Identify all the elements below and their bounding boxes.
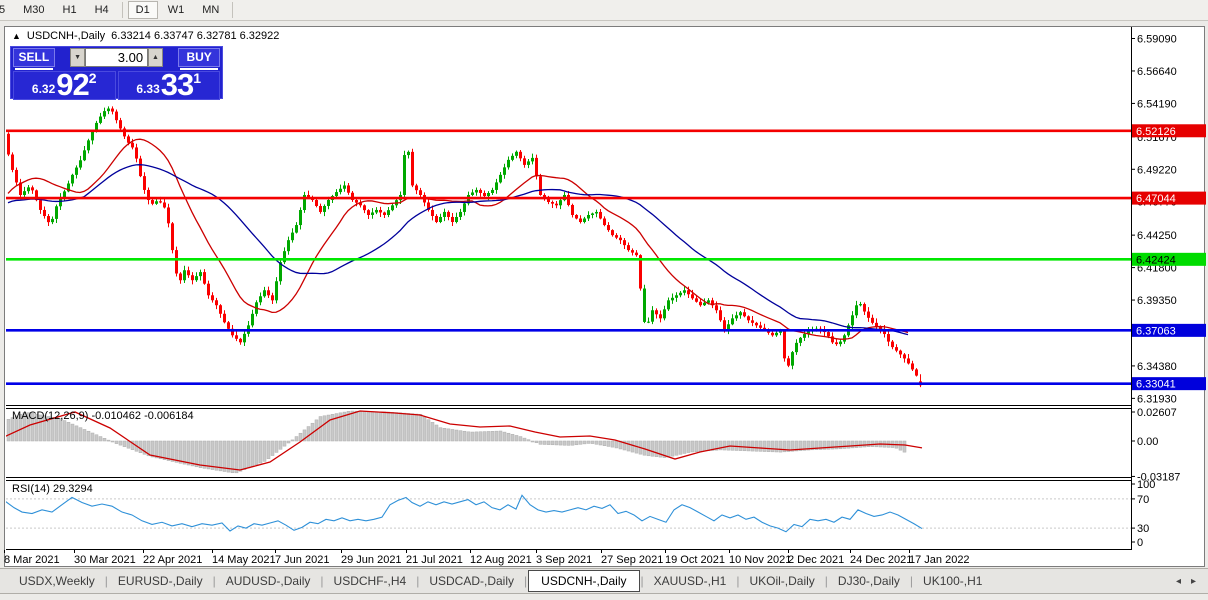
- price-badge-6.42424: 6.42424: [1132, 252, 1206, 266]
- tab-xauusd-h1[interactable]: XAUUSD-,H1: [645, 571, 736, 591]
- sell-button[interactable]: SELL: [13, 48, 55, 70]
- rsi-line: [6, 494, 923, 533]
- date-label: 19 Oct 2021: [665, 554, 725, 566]
- buy-price-pip: 1: [193, 70, 202, 86]
- date-label: 3 Sep 2021: [536, 554, 592, 566]
- one-click-trade-panel: SELL ▼ 3.00 ▲ BUY 6.32 92 2 6.33 33 1: [10, 46, 223, 102]
- volume-increase-button[interactable]: ▲: [148, 48, 163, 67]
- chart-title: ▲ USDCNH-,Daily 6.33214 6.33747 6.32781 …: [12, 29, 279, 43]
- buy-price-big: 33: [160, 67, 194, 102]
- macd-label: MACD(12,26,9) -0.010462 -0.006184: [12, 410, 194, 422]
- price-tick-label: 6.31930: [1137, 393, 1177, 405]
- tab-usdcnh-daily[interactable]: USDCNH-,Daily: [528, 570, 640, 592]
- macd-tick-label: 0.02607: [1137, 407, 1177, 419]
- price-badge-6.52126: 6.52126: [1132, 124, 1206, 138]
- tab-ukoil-daily[interactable]: UKOil-,Daily: [740, 571, 823, 591]
- rsi-tick-label: 100: [1137, 479, 1155, 491]
- tab-usdchf-h4[interactable]: USDCHF-,H4: [325, 571, 416, 591]
- svg-text:6.33041: 6.33041: [1136, 379, 1176, 391]
- collapse-icon[interactable]: ▲: [12, 31, 21, 41]
- volume-decrease-button[interactable]: ▼: [70, 48, 85, 67]
- tab-uk100-h1[interactable]: UK100-,H1: [914, 571, 991, 591]
- buy-price-display[interactable]: 6.33 33 1: [117, 67, 220, 102]
- date-label: 7 Jun 2021: [275, 554, 329, 566]
- tab-dj30-daily[interactable]: DJ30-,Daily: [829, 571, 909, 591]
- date-label: 21 Jul 2021: [406, 554, 463, 566]
- tab-scroll-right-icon[interactable]: ▸: [1191, 576, 1196, 587]
- trade-panel-spacer: [55, 48, 71, 67]
- price-tick-label: 6.39350: [1137, 295, 1177, 307]
- price-tick-label: 6.59090: [1137, 34, 1177, 46]
- macd-values: -0.010462 -0.006184: [91, 410, 194, 422]
- price-badge-6.37063: 6.37063: [1132, 323, 1206, 337]
- sell-price-display[interactable]: 6.32 92 2: [13, 67, 116, 102]
- ma-fast-line: [7, 138, 909, 340]
- buy-price-prefix: 6.33: [136, 82, 160, 96]
- price-tick-label: 6.34380: [1137, 361, 1177, 373]
- sell-price-big: 92: [56, 67, 89, 102]
- date-label: 24 Dec 2021: [850, 554, 912, 566]
- price-badge-6.47044: 6.47044: [1132, 191, 1206, 205]
- date-label: 22 Apr 2021: [143, 554, 202, 566]
- volume-input[interactable]: 3.00: [84, 48, 149, 67]
- rsi-value: 29.3294: [52, 483, 93, 495]
- svg-text:6.37063: 6.37063: [1136, 325, 1176, 337]
- price-tick-label: 6.49220: [1137, 164, 1177, 176]
- date-label: 8 Mar 2021: [4, 554, 60, 566]
- rsi-tick-label: 70: [1137, 494, 1149, 506]
- svg-text:6.52126: 6.52126: [1136, 126, 1176, 138]
- price-axis[interactable]: 6.590906.566406.541906.516706.492206.467…: [1131, 34, 1180, 550]
- price-badge-6.33041: 6.33041: [1132, 377, 1206, 391]
- trade-panel-spacer: [163, 48, 179, 67]
- buy-button[interactable]: BUY: [178, 48, 220, 70]
- status-bar: [0, 593, 1208, 600]
- tab-eurusd-daily[interactable]: EURUSD-,Daily: [109, 571, 212, 591]
- tab-usdx-weekly[interactable]: USDX,Weekly: [10, 571, 104, 591]
- price-tick-label: 6.44250: [1137, 230, 1177, 242]
- ma-slow-line: [7, 164, 909, 336]
- chart-symbol-label: USDCNH-,Daily: [26, 30, 106, 42]
- svg-text:6.42424: 6.42424: [1136, 254, 1176, 266]
- date-label: 17 Jan 2022: [909, 554, 970, 566]
- rsi-level-lines: [6, 498, 1131, 529]
- price-tick-label: 6.56640: [1137, 66, 1177, 78]
- date-label: 29 Jun 2021: [341, 554, 402, 566]
- date-label: 30 Mar 2021: [74, 554, 136, 566]
- macd-tick-label: 0.00: [1137, 436, 1158, 448]
- rsi-tick-label: 0: [1137, 537, 1143, 549]
- rsi-tick-label: 30: [1137, 523, 1149, 535]
- chart-tab-bar: USDX,Weekly | EURUSD-,Daily | AUDUSD-,Daily |…: [0, 568, 1208, 593]
- tab-audusd-daily[interactable]: AUDUSD-,Daily: [217, 571, 320, 591]
- sell-price-pip: 2: [88, 70, 97, 86]
- date-label: 10 Nov 2021: [729, 554, 791, 566]
- chart-ohlc-values: 6.33214 6.33747 6.32781 6.32922: [111, 30, 280, 42]
- date-label: 14 May 2021: [212, 554, 276, 566]
- candles: [7, 106, 922, 388]
- date-label: 12 Aug 2021: [470, 554, 532, 566]
- mt-terminal: 5 M30 H1 H4 D1 W1 MN 6.59090 6.56640 6.54190 6.51…: [0, 0, 1208, 600]
- date-label: 2 Dec 2021: [788, 554, 844, 566]
- price-tick-label: 6.54190: [1137, 98, 1177, 110]
- sell-price-prefix: 6.32: [31, 82, 56, 96]
- date-axis[interactable]: 8 Mar 2021 30 Mar 2021 22 Apr 2021 14 May 2…: [4, 550, 970, 566]
- rsi-label: RSI(14) 29.3294: [12, 483, 93, 495]
- svg-text:6.47044: 6.47044: [1136, 193, 1176, 205]
- date-label: 27 Sep 2021: [601, 554, 663, 566]
- tab-usdcad-daily[interactable]: USDCAD-,Daily: [420, 571, 523, 591]
- tab-scroll-left-icon[interactable]: ◂: [1176, 576, 1181, 587]
